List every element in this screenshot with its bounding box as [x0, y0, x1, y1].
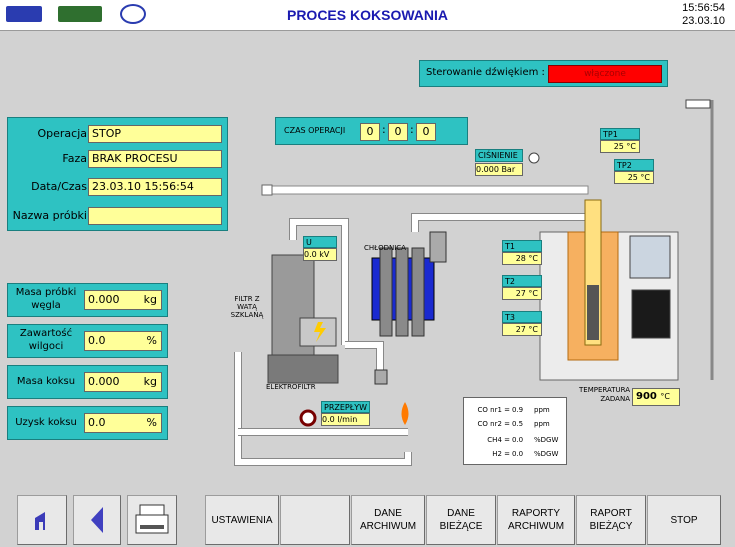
gas-h2-label: H2 =	[492, 450, 510, 458]
electrofilter-label: ELEKTROFILTR	[266, 383, 316, 391]
electrofilter-base	[267, 354, 339, 384]
stop-button-label: STOP	[670, 514, 698, 526]
tp2-value: 25 °C	[614, 171, 654, 184]
gas-ch4-value: 0.0	[512, 436, 524, 444]
empty-button[interactable]	[280, 495, 350, 545]
gas-ch4-unit: %DGW	[534, 436, 559, 444]
cooler-tube-2	[395, 247, 409, 337]
t1-value: 28 °C	[502, 252, 542, 265]
t3-value: 27 °C	[502, 323, 542, 336]
gas-analyzer-panel: CO nr1 = 0.9 ppm CO nr2 = 0.5 ppm CH4 = …	[463, 397, 567, 465]
cooler-inlet	[429, 231, 447, 263]
pipe-cap	[261, 184, 273, 196]
cooler-label: CHŁODNICA	[364, 244, 406, 252]
pipe-cooler-top-inner	[412, 214, 590, 232]
gas-co2-value: 0.5	[512, 420, 524, 428]
printer-icon	[135, 504, 169, 534]
gas-h2-value: 0.0	[512, 450, 524, 458]
gas-co1-label: CO nr1 =	[477, 406, 510, 414]
cooler-drain	[374, 369, 388, 385]
flame-icon	[401, 402, 409, 425]
tp1-value: 25 °C	[600, 140, 640, 153]
furnace-coal	[587, 285, 599, 340]
home-icon	[35, 512, 45, 530]
voltage-label: U	[303, 236, 337, 248]
flow-value: 0.0 l/min	[321, 413, 370, 426]
tp1-label: TP1	[600, 128, 640, 140]
pressure-label: CIŚNIENIE	[475, 149, 523, 162]
home-button[interactable]	[17, 495, 67, 545]
lift-arm	[685, 99, 711, 109]
gas-h2-unit: %DGW	[534, 450, 559, 458]
dane-archiwum-label: DANE ARCHIWUM	[359, 508, 417, 532]
ustawienia-button[interactable]: USTAWIENIA	[205, 495, 279, 545]
raporty-archiwum-label: RAPORTY ARCHIWUM	[507, 508, 565, 532]
gas-co1-value: 0.9	[512, 406, 524, 414]
pressure-gauge-icon	[528, 152, 540, 164]
back-arrow-icon	[91, 507, 103, 533]
dane-biezace-button[interactable]: DANE BIEŻĄCE	[426, 495, 496, 545]
raport-biezacy-label: RAPORT BIEŻĄCY	[589, 508, 633, 532]
set-temp-unit: °C	[660, 392, 670, 401]
gas-co2-unit: ppm	[534, 420, 550, 428]
stop-button[interactable]: STOP	[647, 495, 721, 545]
dane-archiwum-button[interactable]: DANE ARCHIWUM	[351, 495, 425, 545]
raport-biezacy-button[interactable]: RAPORT BIEŻĄCY	[576, 495, 646, 545]
back-button[interactable]	[73, 495, 121, 545]
ustawienia-button-label: USTAWIENIA	[211, 514, 273, 526]
furnace-plc	[631, 289, 671, 339]
set-temp-field: 900 °C	[632, 388, 680, 406]
flow-meter-icon	[299, 409, 317, 427]
set-temp-label: TEMPERATURA ZADANA	[579, 386, 630, 403]
t2-label: T2	[502, 275, 542, 287]
t3-label: T3	[502, 311, 542, 323]
voltage-value: 0.0 kV	[303, 248, 337, 261]
t1-label: T1	[502, 240, 542, 252]
tp2-label: TP2	[614, 159, 654, 171]
filter-label: FILTR Z WATĄ SZKLANĄ	[230, 295, 264, 319]
pipe-mid	[345, 341, 384, 370]
furnace-display	[629, 235, 671, 279]
pipe-top	[267, 185, 589, 195]
print-button[interactable]	[127, 495, 177, 545]
cooler-tube-1	[379, 247, 393, 337]
flow-label: PRZEPŁYW	[321, 401, 370, 413]
raporty-archiwum-button[interactable]: RAPORTY ARCHIWUM	[497, 495, 575, 545]
set-temp-value: 900	[636, 391, 657, 402]
gas-co1-unit: ppm	[534, 406, 550, 414]
cooler-tube-3	[411, 247, 425, 337]
t2-value: 27 °C	[502, 287, 542, 300]
dane-biezace-label: DANE BIEŻĄCE	[439, 508, 483, 532]
pressure-value: 0.000 Bar	[475, 163, 523, 176]
gas-co2-label: CO nr2 =	[477, 420, 510, 428]
gas-ch4-label: CH4 =	[487, 436, 510, 444]
